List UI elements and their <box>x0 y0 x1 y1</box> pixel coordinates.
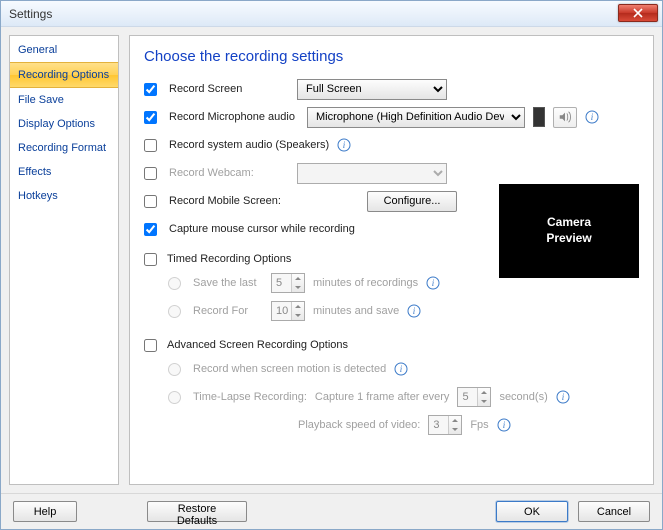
timelapse-info-icon[interactable]: i <box>556 390 570 404</box>
close-button[interactable] <box>618 4 658 22</box>
record-for-label: Record For <box>193 305 263 317</box>
playback-suffix: Fps <box>470 419 488 431</box>
save-last-info-icon[interactable]: i <box>426 276 440 290</box>
sidebar-item-file-save[interactable]: File Save <box>10 88 118 112</box>
svg-text:i: i <box>400 364 403 374</box>
motion-info-icon[interactable]: i <box>394 362 408 376</box>
page-title: Choose the recording settings <box>144 48 639 65</box>
timelapse-radio <box>168 391 181 404</box>
sidebar-item-hotkeys[interactable]: Hotkeys <box>10 184 118 208</box>
timelapse-label: Time-Lapse Recording: <box>193 391 307 403</box>
row-playback: Playback speed of video: 3 Fps i <box>298 413 639 437</box>
webcam-checkbox[interactable] <box>144 167 157 180</box>
row-system-audio: Record system audio (Speakers) i <box>144 133 639 157</box>
configure-button[interactable]: Configure... <box>367 191 457 212</box>
svg-text:i: i <box>561 392 564 402</box>
settings-window: Settings General Recording Options File … <box>0 0 663 530</box>
row-motion: Record when screen motion is detected i <box>168 357 639 381</box>
record-mic-checkbox[interactable] <box>144 111 157 124</box>
ok-button[interactable]: OK <box>496 501 568 522</box>
advanced-checkbox[interactable] <box>144 339 157 352</box>
row-timelapse: Time-Lapse Recording: Capture 1 frame af… <box>168 385 639 409</box>
mobile-checkbox[interactable] <box>144 195 157 208</box>
mic-device-select[interactable]: Microphone (High Definition Audio Device… <box>307 107 525 128</box>
playback-prefix: Playback speed of video: <box>298 419 420 431</box>
record-screen-checkbox[interactable] <box>144 83 157 96</box>
system-audio-label: Record system audio (Speakers) <box>169 139 329 151</box>
close-icon <box>633 8 643 18</box>
sidebar-item-effects[interactable]: Effects <box>10 160 118 184</box>
record-screen-mode-select[interactable]: Full Screen <box>297 79 447 100</box>
motion-radio <box>168 363 181 376</box>
sidebar-item-general[interactable]: General <box>10 38 118 62</box>
row-webcam: Record Webcam: <box>144 161 639 185</box>
advanced-group: Advanced Screen Recording Options Record… <box>144 333 639 437</box>
timelapse-capture-spinner: 5 <box>457 387 491 407</box>
timelapse-capture-prefix: Capture 1 frame after every <box>315 391 450 403</box>
main-panel: Choose the recording settings Record Scr… <box>129 35 654 485</box>
sidebar: General Recording Options File Save Disp… <box>9 35 119 485</box>
mic-info-icon[interactable]: i <box>585 110 599 124</box>
svg-text:i: i <box>591 112 594 122</box>
titlebar: Settings <box>1 1 662 27</box>
mic-sound-button[interactable] <box>553 107 577 128</box>
webcam-device-select <box>297 163 447 184</box>
window-title: Settings <box>9 7 52 21</box>
timelapse-capture-suffix: second(s) <box>499 391 547 403</box>
timed-checkbox[interactable] <box>144 253 157 266</box>
capture-cursor-label: Capture mouse cursor while recording <box>169 223 355 235</box>
save-last-spinner: 5 <box>271 273 305 293</box>
footer: Help Restore Defaults OK Cancel <box>1 493 662 529</box>
speaker-icon <box>558 110 572 124</box>
row-record-mic: Record Microphone audio Microphone (High… <box>144 105 639 129</box>
advanced-label: Advanced Screen Recording Options <box>167 339 348 351</box>
record-for-suffix: minutes and save <box>313 305 399 317</box>
save-last-radio <box>168 277 181 290</box>
record-screen-label: Record Screen <box>169 83 289 95</box>
camera-preview: Camera Preview <box>499 184 639 278</box>
restore-defaults-button[interactable]: Restore Defaults <box>147 501 247 522</box>
camera-preview-label: Camera Preview <box>546 215 591 246</box>
sidebar-item-display-options[interactable]: Display Options <box>10 112 118 136</box>
system-audio-checkbox[interactable] <box>144 139 157 152</box>
mic-level-meter <box>533 107 545 127</box>
record-for-info-icon[interactable]: i <box>407 304 421 318</box>
cancel-button[interactable]: Cancel <box>578 501 650 522</box>
save-last-suffix: minutes of recordings <box>313 277 418 289</box>
system-audio-info-icon[interactable]: i <box>337 138 351 152</box>
row-record-screen: Record Screen Full Screen <box>144 77 639 101</box>
playback-spinner: 3 <box>428 415 462 435</box>
webcam-label: Record Webcam: <box>169 167 289 179</box>
client-area: General Recording Options File Save Disp… <box>1 27 662 493</box>
motion-label: Record when screen motion is detected <box>193 363 386 375</box>
capture-cursor-checkbox[interactable] <box>144 223 157 236</box>
svg-text:i: i <box>413 306 416 316</box>
timed-label: Timed Recording Options <box>167 253 291 265</box>
record-for-spinner: 10 <box>271 301 305 321</box>
save-last-label: Save the last <box>193 277 263 289</box>
svg-text:i: i <box>343 140 346 150</box>
playback-info-icon[interactable]: i <box>497 418 511 432</box>
help-button[interactable]: Help <box>13 501 77 522</box>
svg-text:i: i <box>502 420 505 430</box>
record-for-radio <box>168 305 181 318</box>
sidebar-item-recording-format[interactable]: Recording Format <box>10 136 118 160</box>
mobile-label: Record Mobile Screen: <box>169 195 359 207</box>
sidebar-item-recording-options[interactable]: Recording Options <box>10 62 118 88</box>
svg-text:i: i <box>432 278 435 288</box>
row-record-for: Record For 10 minutes and save i <box>168 299 639 323</box>
record-mic-label: Record Microphone audio <box>169 111 299 123</box>
